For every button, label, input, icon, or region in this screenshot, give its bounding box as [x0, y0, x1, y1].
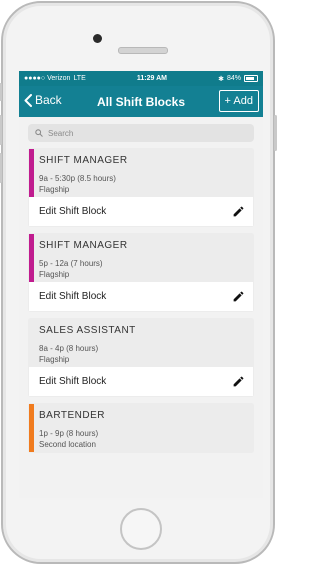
shift-location: Second location: [39, 440, 96, 449]
back-label: Back: [35, 93, 62, 107]
front-camera: [93, 34, 102, 43]
search-input[interactable]: Search: [28, 124, 254, 142]
shift-block-card: SALES ASSISTANT 8a - 4p (8 hours) Flagsh…: [29, 319, 253, 396]
shift-block-info[interactable]: SALES ASSISTANT 8a - 4p (8 hours) Flagsh…: [29, 319, 253, 367]
shift-hours: 8a - 4p (8 hours): [39, 344, 99, 353]
shift-block-card: SHIFT MANAGER 9a - 5:30p (8.5 hours) Fla…: [29, 149, 253, 226]
volume-up-button: [0, 115, 2, 145]
shift-block-list: SHIFT MANAGER 9a - 5:30p (8.5 hours) Fla…: [19, 149, 263, 452]
status-bar: ●●●●○ Verizon LTE 11:29 AM ✱ 84%: [19, 71, 263, 86]
network-label: LTE: [73, 75, 86, 82]
pencil-icon: [233, 206, 244, 217]
shift-location: Flagship: [39, 185, 70, 194]
power-button: [274, 115, 277, 151]
home-button[interactable]: [120, 508, 162, 550]
role-color-stripe: [29, 404, 34, 452]
earpiece-speaker: [118, 47, 168, 54]
edit-label: Edit Shift Block: [39, 291, 107, 302]
battery-percent: 84%: [226, 75, 241, 82]
shift-block-card: BARTENDER 1p - 9p (8 hours) Second locat…: [29, 404, 253, 452]
mute-switch: [0, 83, 2, 101]
search-icon: [35, 129, 43, 137]
shift-role: SHIFT MANAGER: [39, 155, 128, 166]
edit-shift-block-button[interactable]: Edit Shift Block: [29, 367, 253, 396]
role-color-stripe: [29, 149, 34, 197]
shift-role: BARTENDER: [39, 410, 105, 421]
bluetooth-icon: ✱: [218, 75, 224, 83]
status-time: 11:29 AM: [136, 75, 167, 82]
battery-icon: [244, 75, 258, 82]
shift-location: Flagship: [39, 355, 70, 364]
role-color-stripe: [29, 319, 34, 367]
add-button[interactable]: + Add: [218, 90, 259, 112]
back-button[interactable]: Back: [24, 93, 62, 107]
shift-hours: 1p - 9p (8 hours): [39, 429, 99, 438]
shift-hours: 9a - 5:30p (8.5 hours): [39, 174, 116, 183]
edit-shift-block-button[interactable]: Edit Shift Block: [29, 282, 253, 311]
search-placeholder: Search: [48, 128, 74, 138]
shift-role: SHIFT MANAGER: [39, 240, 128, 251]
shift-block-info[interactable]: SHIFT MANAGER 9a - 5:30p (8.5 hours) Fla…: [29, 149, 253, 197]
add-label: + Add: [224, 95, 253, 107]
edit-label: Edit Shift Block: [39, 376, 107, 387]
app-screen: ●●●●○ Verizon LTE 11:29 AM ✱ 84% Back Al…: [19, 71, 263, 498]
shift-hours: 5p - 12a (7 hours): [39, 259, 103, 268]
shift-block-info[interactable]: SHIFT MANAGER 5p - 12a (7 hours) Flagshi…: [29, 234, 253, 282]
carrier-label: ●●●●○ Verizon: [24, 75, 71, 82]
role-color-stripe: [29, 234, 34, 282]
shift-block-info[interactable]: BARTENDER 1p - 9p (8 hours) Second locat…: [29, 404, 253, 452]
edit-shift-block-button[interactable]: Edit Shift Block: [29, 197, 253, 226]
pencil-icon: [233, 376, 244, 387]
edit-label: Edit Shift Block: [39, 206, 107, 217]
chevron-left-icon: [24, 93, 32, 107]
volume-down-button: [0, 153, 2, 183]
pencil-icon: [233, 291, 244, 302]
shift-location: Flagship: [39, 270, 70, 279]
phone-frame: ●●●●○ Verizon LTE 11:29 AM ✱ 84% Back Al…: [0, 1, 277, 564]
navigation-bar: Back All Shift Blocks + Add: [19, 86, 263, 117]
shift-role: SALES ASSISTANT: [39, 325, 136, 336]
shift-block-card: SHIFT MANAGER 5p - 12a (7 hours) Flagshi…: [29, 234, 253, 311]
